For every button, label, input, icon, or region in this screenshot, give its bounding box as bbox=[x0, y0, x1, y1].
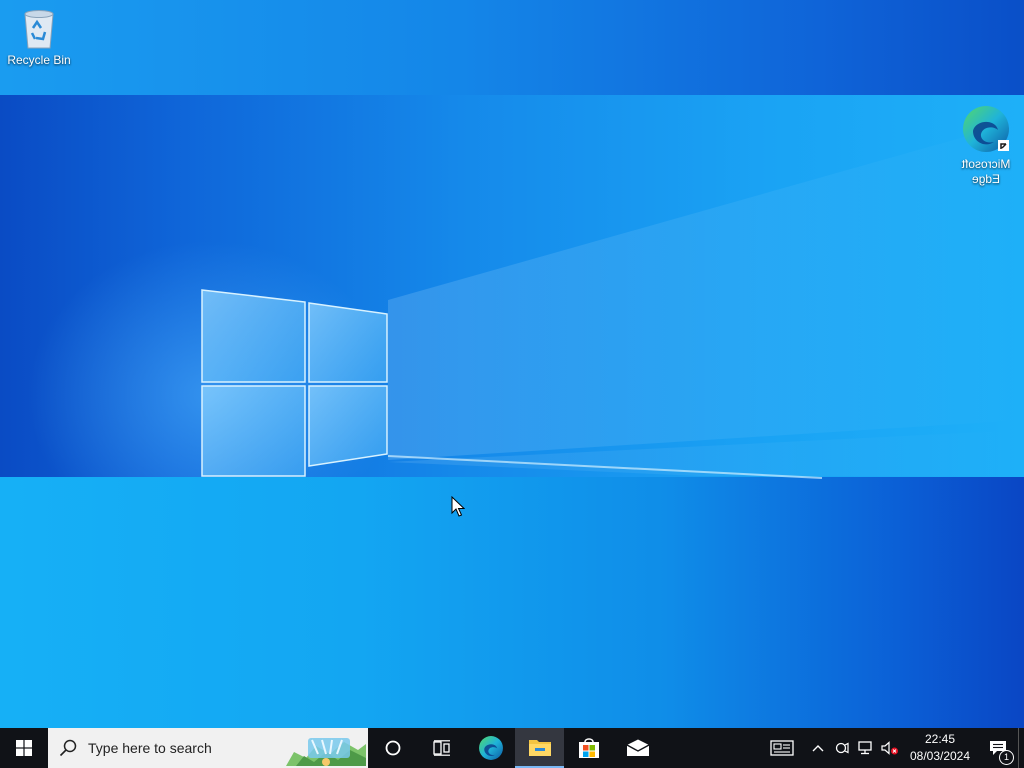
search-input[interactable] bbox=[88, 740, 288, 756]
task-view-icon bbox=[432, 740, 450, 756]
volume-button[interactable] bbox=[878, 728, 902, 768]
edge-icon bbox=[963, 106, 1009, 152]
clock-time: 22:45 bbox=[924, 732, 956, 746]
network-button[interactable] bbox=[854, 728, 878, 768]
wallpaper-band-bottom bbox=[0, 477, 1024, 728]
start-button[interactable] bbox=[0, 728, 48, 768]
news-and-interests-button[interactable] bbox=[758, 728, 806, 768]
desktop-icon-microsoft-edge[interactable]: Microsoft Edge bbox=[948, 104, 1024, 187]
show-desktop-button[interactable] bbox=[1018, 728, 1024, 768]
mouse-cursor-icon bbox=[451, 496, 465, 517]
notification-count-badge: 1 bbox=[999, 750, 1014, 765]
taskbar-app-edge[interactable] bbox=[466, 728, 515, 768]
network-icon bbox=[858, 741, 872, 755]
cortana-button[interactable] bbox=[368, 728, 417, 768]
wallpaper-band-top bbox=[0, 0, 1024, 95]
store-bag-icon bbox=[578, 738, 599, 758]
task-view-button[interactable] bbox=[417, 728, 466, 768]
clock[interactable]: 22:45 08/03/2024 bbox=[902, 728, 978, 768]
desktop-wallpaper bbox=[0, 0, 1024, 728]
search-icon bbox=[48, 739, 88, 757]
desktop-icon-recycle-bin[interactable]: Recycle Bin bbox=[1, 6, 77, 68]
edge-icon bbox=[478, 736, 503, 760]
chevron-up-icon bbox=[812, 745, 824, 752]
clock-date: 08/03/2024 bbox=[909, 749, 971, 763]
cortana-circle-icon bbox=[385, 740, 400, 756]
taskbar-app-mail[interactable] bbox=[613, 728, 662, 768]
microsoft-edge-label: Microsoft Edge bbox=[961, 157, 1011, 186]
taskbar-app-file-explorer[interactable] bbox=[515, 728, 564, 768]
volume-muted-icon bbox=[881, 741, 898, 755]
taskbar-search-box[interactable] bbox=[48, 728, 368, 768]
meet-now-icon bbox=[835, 742, 849, 754]
show-hidden-icons-button[interactable] bbox=[806, 728, 830, 768]
recycle-bin-icon bbox=[24, 10, 54, 49]
action-center-button[interactable]: 1 bbox=[978, 728, 1018, 768]
recycle-bin-label: Recycle Bin bbox=[7, 53, 71, 67]
windows-logo-icon bbox=[16, 740, 32, 756]
folder-icon bbox=[528, 740, 551, 756]
wallpaper-band-middle bbox=[0, 95, 1024, 477]
taskbar-app-microsoft-store[interactable] bbox=[564, 728, 613, 768]
taskbar: 22:45 08/03/2024 1 bbox=[0, 728, 1024, 768]
news-widget-icon bbox=[770, 740, 794, 756]
mail-icon bbox=[626, 739, 649, 756]
search-highlight-illustration-icon bbox=[286, 738, 366, 766]
meet-now-button[interactable] bbox=[830, 728, 854, 768]
